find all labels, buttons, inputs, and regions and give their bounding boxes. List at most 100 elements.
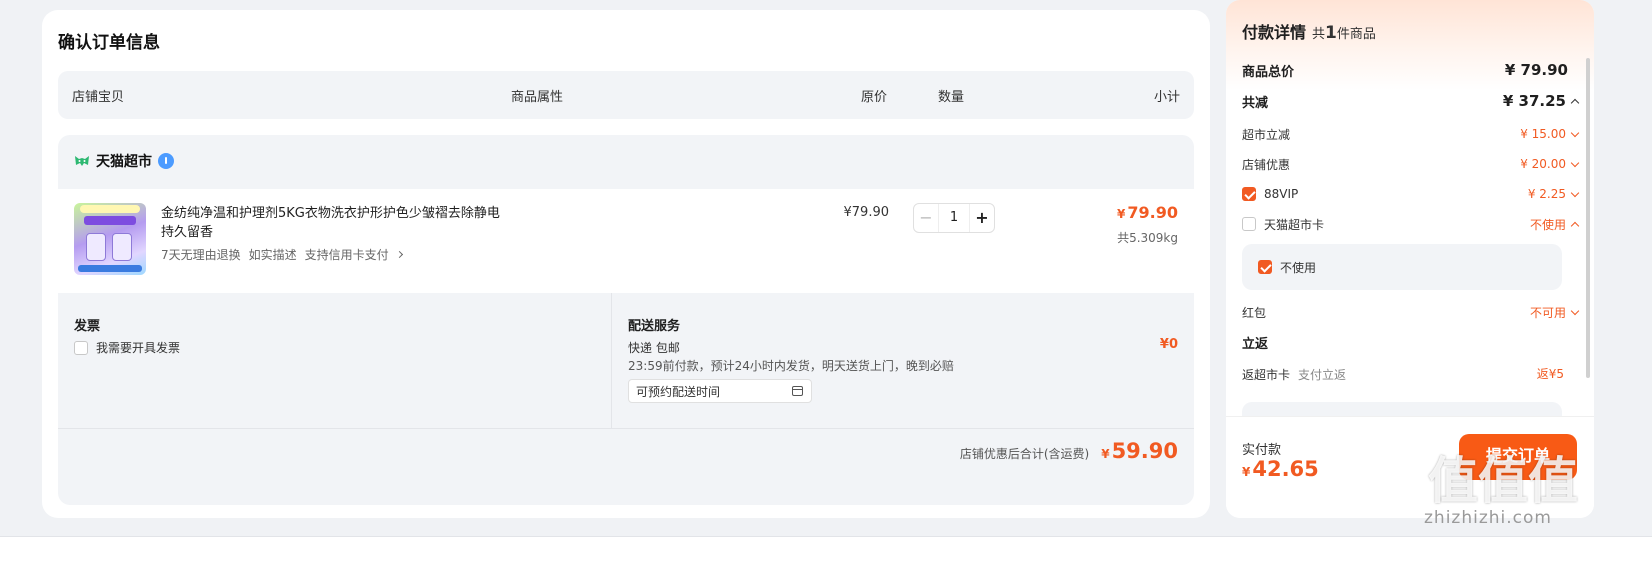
goods-total-label: 商品总价	[1242, 64, 1295, 80]
payment-panel: 付款详情 共1件商品 商品总价 ¥ 79.90 共减 ¥ 37.25 超市立减 …	[1226, 0, 1594, 518]
header-quantity: 数量	[938, 90, 965, 105]
qty-decrease-button[interactable]: −	[914, 204, 938, 232]
quantity-stepper: − 1 +	[913, 203, 995, 233]
invoice-checkbox-row[interactable]: 我需要开具发票	[74, 339, 180, 356]
page-title: 确认订单信息	[58, 33, 160, 53]
yen-symbol: ¥	[1101, 447, 1110, 461]
item-subtotal: ¥79.90	[1117, 203, 1178, 222]
return-title-row: 立返	[1242, 332, 1578, 352]
payment-count: 共1件商品	[1312, 23, 1376, 43]
vip-row[interactable]: 88VIP ¥ 2.25	[1242, 184, 1580, 204]
nouse-checkbox[interactable]	[1258, 260, 1272, 274]
tmall-card-label: 天猫超市卡	[1264, 217, 1325, 232]
payment-title-row: 付款详情 共1件商品	[1242, 19, 1376, 43]
tmall-card-value: 不使用	[1529, 217, 1566, 232]
shop-name[interactable]: 天猫超市	[96, 151, 152, 171]
footer-strip	[0, 536, 1652, 562]
header-shop-item: 店铺宝贝	[72, 90, 125, 105]
shop-coupon-row[interactable]: 店铺优惠 ¥ 20.00	[1242, 154, 1580, 174]
chevron-down-icon[interactable]	[1570, 158, 1580, 167]
qty-input[interactable]: 1	[938, 204, 970, 232]
actual-pay-value: 42.65	[1252, 457, 1319, 481]
tmall-card-row[interactable]: 天猫超市卡 不使用	[1242, 214, 1580, 234]
invoice-checkbox-label[interactable]: 我需要开具发票	[96, 339, 180, 356]
count-prefix: 共	[1312, 27, 1326, 42]
panel-scrollbar[interactable]	[1586, 58, 1590, 378]
shop-total-amount: ¥59.90	[1101, 439, 1178, 463]
actual-pay-amount: ¥42.65	[1242, 457, 1319, 481]
return-sub: 支付立返	[1298, 367, 1347, 382]
delivery-time-picker[interactable]: 可预约配送时间	[628, 379, 812, 403]
chevron-right-icon[interactable]	[395, 250, 403, 259]
table-header: 店铺宝贝 商品属性 原价 数量 小计	[58, 71, 1194, 119]
nouse-label[interactable]: 不使用	[1280, 259, 1316, 276]
product-title[interactable]: 金纺纯净温和护理剂5KG衣物洗衣护形护色少皱褶去除静电 持久留香	[161, 204, 501, 242]
product-thumbnail[interactable]	[74, 203, 146, 275]
shop-total-value: 59.90	[1111, 439, 1178, 463]
chevron-up-icon[interactable]	[1570, 221, 1580, 230]
delivery-promise: 23:59前付款，预计24小时内发货，明天送货上门，晚到必赔	[628, 359, 954, 373]
shop-total-label: 店铺优惠后合计(含运费)	[959, 447, 1090, 461]
calendar-icon[interactable]	[792, 386, 803, 396]
watermark-url: zhizhizhi.com	[1424, 508, 1552, 528]
shop-coupon-value: ¥ 20.00	[1520, 157, 1566, 171]
count-suffix: 件商品	[1336, 27, 1376, 42]
product-tags: 7天无理由退换 如实描述 支持信用卡支付	[161, 246, 403, 263]
item-weight: 共5.309kg	[1117, 231, 1178, 245]
tag-credit-card[interactable]: 支持信用卡支付	[305, 246, 389, 263]
order-card: 确认订单信息 店铺宝贝 商品属性 原价 数量 小计 天猫超市 金纺纯净温和护理剂…	[42, 10, 1210, 518]
shop-block: 天猫超市 金纺纯净温和护理剂5KG衣物洗衣护形护色少皱褶去除静电 持久留香 7天…	[58, 135, 1194, 505]
discount-label: 共减	[1242, 95, 1269, 111]
count-value: 1	[1325, 23, 1337, 43]
supermarket-off-row[interactable]: 超市立减 ¥ 15.00	[1242, 124, 1580, 144]
return-row: 返超市卡 支付立返 返¥5	[1242, 363, 1578, 383]
chevron-down-icon[interactable]	[1570, 128, 1580, 137]
chevron-down-icon[interactable]	[1570, 306, 1580, 315]
redpacket-label: 红包	[1242, 305, 1267, 320]
return-title: 立返	[1242, 336, 1269, 352]
delivery-type: 快递 包邮	[628, 341, 680, 355]
invoice-title: 发票	[74, 319, 101, 334]
redpacket-value: 不可用	[1529, 305, 1566, 320]
vip-checkbox[interactable]	[1242, 187, 1256, 201]
shop-total: 店铺优惠后合计(含运费) ¥59.90	[960, 439, 1178, 463]
shop-coupon-label: 店铺优惠	[1242, 157, 1291, 172]
header-subtotal: 小计	[1153, 90, 1180, 105]
tmall-cat-icon	[75, 156, 89, 166]
watermark-logo: 值值值	[1428, 452, 1578, 510]
chevron-up-icon[interactable]	[1570, 98, 1580, 107]
vip-value: ¥ 2.25	[1527, 187, 1566, 201]
discount-total: ¥ 37.25	[1502, 92, 1566, 110]
qty-increase-button[interactable]: +	[970, 204, 994, 232]
return-label: 返超市卡	[1242, 367, 1291, 382]
item-row: 金纺纯净温和护理剂5KG衣物洗衣护形护色少皱褶去除静电 持久留香 7天无理由退换…	[58, 189, 1194, 293]
tag-as-described: 如实描述	[248, 248, 297, 262]
redpacket-row[interactable]: 红包 不可用	[1242, 302, 1580, 322]
invoice-checkbox[interactable]	[74, 340, 88, 355]
supermarket-off-value: ¥ 15.00	[1520, 127, 1566, 141]
yen-symbol: ¥	[1117, 207, 1126, 221]
original-price: ¥79.90	[843, 205, 890, 220]
delivery-fee: ¥0	[1159, 337, 1178, 352]
header-orig-price: 原价	[861, 90, 888, 105]
supermarket-off-label: 超市立减	[1242, 127, 1291, 142]
header-attributes: 商品属性	[511, 90, 564, 105]
delivery-time-label[interactable]: 可预约配送时间	[636, 385, 720, 399]
discount-row[interactable]: 共减 ¥ 37.25	[1242, 91, 1580, 111]
yen-symbol: ¥	[1242, 465, 1251, 479]
delivery-title: 配送服务	[628, 319, 681, 334]
goods-total-row: 商品总价 ¥ 79.90	[1242, 60, 1578, 80]
actual-pay-label: 实付款	[1242, 443, 1282, 458]
payment-title: 付款详情	[1242, 23, 1307, 42]
tmall-card-checkbox[interactable]	[1242, 217, 1256, 231]
delivery-section: 配送服务 快递 包邮 23:59前付款，预计24小时内发货，明天送货上门，晚到必…	[612, 293, 1194, 429]
shop-header: 天猫超市	[74, 151, 174, 171]
vip-label: 88VIP	[1264, 187, 1299, 201]
return-value: 返¥5	[1536, 366, 1564, 381]
info-badge-icon[interactable]	[158, 153, 174, 169]
goods-total-value: ¥ 79.90	[1504, 61, 1568, 79]
item-subtotal-value: 79.90	[1127, 203, 1178, 222]
tag-return: 7天无理由退换	[161, 248, 241, 262]
tmall-card-options: 不使用	[1242, 244, 1562, 290]
chevron-down-icon[interactable]	[1570, 188, 1580, 197]
